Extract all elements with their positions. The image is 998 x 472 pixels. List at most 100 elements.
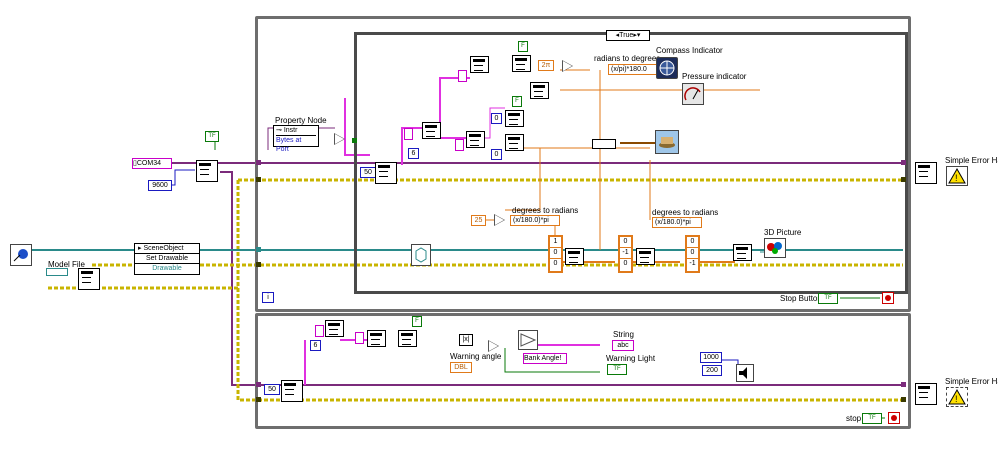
index-6[interactable]: 6 <box>408 148 419 159</box>
scene-render-node[interactable] <box>411 244 431 266</box>
stop-terminal[interactable]: TF <box>862 413 882 424</box>
scene-invoke-method: Set Drawable <box>135 254 199 264</box>
tf-constant-left[interactable]: TF <box>205 131 219 142</box>
rotate-object-vi-1[interactable] <box>565 248 584 265</box>
scan-string-vi-2[interactable] <box>505 110 524 127</box>
index-0-a[interactable]: 0 <box>491 113 502 124</box>
string-constant-1[interactable] <box>458 70 467 82</box>
angle-constant[interactable]: 25 <box>471 215 486 226</box>
rad2deg-label: radians to degrees <box>594 54 661 63</box>
rad2deg-formula[interactable]: (x/pi)*180.0 <box>608 64 658 75</box>
scene-object-constant[interactable] <box>10 244 32 266</box>
const-50-upper[interactable]: 50 <box>360 167 376 178</box>
error-handler-lower[interactable]: ! <box>946 387 968 407</box>
f-constant-1[interactable]: F <box>518 41 528 52</box>
scan-string-vi-lower-2[interactable] <box>398 330 417 347</box>
scan-string-vi-3[interactable] <box>505 134 524 151</box>
error-handler-upper[interactable]: ! <box>946 166 968 186</box>
warning-angle-label: Warning angle <box>450 352 502 361</box>
error-handler-label-lower: Simple Error Handler.vi <box>945 377 998 386</box>
load-stl-vi[interactable] <box>78 268 100 290</box>
baud-constant[interactable]: 9600 <box>148 180 172 191</box>
axis-array-2-x: 0 <box>620 237 631 248</box>
match-pattern-vi-2[interactable] <box>466 131 485 148</box>
pressure-label: Pressure indicator <box>682 72 747 81</box>
rotate-object-vi-2[interactable] <box>636 248 655 265</box>
offset-constant[interactable]: 2π <box>538 60 554 71</box>
stop-button-terminal[interactable]: TF <box>818 293 838 304</box>
index-0-b[interactable]: 0 <box>491 149 502 160</box>
tunnel-visa-in-lower <box>256 382 261 387</box>
match-pattern-vi-3[interactable] <box>470 56 489 73</box>
abs-node: |x| <box>459 334 473 346</box>
freq-constant[interactable]: 1000 <box>700 352 722 363</box>
scan-string-vi-4[interactable] <box>530 82 549 99</box>
match-pattern-vi-1[interactable] <box>422 122 441 139</box>
case-selector-tunnel <box>352 138 357 143</box>
axis-array-3-x: 0 <box>687 237 698 248</box>
warning-light-label: Warning Light <box>606 354 656 363</box>
property-node[interactable]: ⊸ Instr Bytes at Port <box>273 125 319 153</box>
warning-icon: ! <box>948 167 966 184</box>
property-node-property: Bytes at Port <box>276 137 302 153</box>
visa-read-vi-lower[interactable] <box>281 380 303 402</box>
bank-angle-constant[interactable]: Bank Angle! <box>523 353 567 364</box>
gauge-icon <box>684 87 701 101</box>
axis-array-1[interactable]: 100 <box>548 235 563 273</box>
string-constant-lower-1[interactable] <box>315 325 324 337</box>
svg-text:!: ! <box>955 173 958 183</box>
3d-picture-indicator[interactable] <box>764 238 786 258</box>
scan-string-vi-1[interactable] <box>512 55 531 72</box>
string-constant-3[interactable] <box>455 139 464 151</box>
warning-light-indicator[interactable]: TF <box>607 364 627 375</box>
deg2rad-formula-2[interactable]: (x/180.0)*pi <box>652 217 702 228</box>
property-node-class: ⊸ Instr <box>276 126 316 136</box>
string-label: String <box>613 330 634 339</box>
case-selector[interactable]: ◂True▸▾ <box>606 30 650 41</box>
compare-gt-zero <box>334 133 345 145</box>
scene-indicator[interactable] <box>655 130 679 154</box>
string-constant-2[interactable] <box>404 128 413 140</box>
scene-icon <box>659 137 675 148</box>
axis-array-3[interactable]: 0 0 -1 <box>685 235 700 273</box>
model-file-control[interactable] <box>46 268 68 276</box>
axis-array-1-x: 1 <box>550 237 561 248</box>
deg2rad-formula-1[interactable]: (x/180.0)*pi <box>510 215 560 226</box>
rotate-object-vi-3[interactable] <box>733 244 752 261</box>
compass-label: Compass Indicator <box>656 46 723 55</box>
visa-read-vi[interactable] <box>375 162 397 184</box>
compass-indicator[interactable] <box>656 57 678 79</box>
scene-render-icon <box>415 247 427 263</box>
deg2rad-label-1: degrees to radians <box>512 206 579 215</box>
pressure-indicator[interactable] <box>682 83 704 105</box>
case-selector-value: True <box>619 32 634 39</box>
scene-invoke-class: ▸ SceneObject <box>135 244 199 254</box>
visa-configure-vi[interactable] <box>196 160 218 182</box>
string-constant-lower-2[interactable] <box>355 332 364 344</box>
scan-string-vi-lower-1[interactable] <box>367 330 386 347</box>
string-indicator[interactable]: abc <box>612 340 634 351</box>
compass-icon <box>659 60 675 76</box>
visa-close-vi-lower[interactable] <box>915 383 937 405</box>
stop-label: stop <box>846 414 862 423</box>
f-constant-2[interactable]: F <box>512 96 522 107</box>
scene-object-icon <box>13 249 28 262</box>
3d-picture-icon <box>767 242 782 254</box>
axis-array-2[interactable]: 0 -1 0 <box>618 235 633 273</box>
com-port-constant[interactable]: ▯COM34 <box>132 158 172 169</box>
f-constant-3[interactable]: F <box>412 316 422 327</box>
scene-invoke-node[interactable]: ▸ SceneObject Set Drawable Drawable <box>134 243 200 275</box>
match-pattern-vi-lower[interactable] <box>325 320 344 337</box>
const-50-lower[interactable]: 50 <box>264 384 280 395</box>
stop-condition-lower <box>888 412 900 424</box>
axis-array-3-y: 0 <box>687 248 698 259</box>
property-node-label: Property Node <box>275 116 327 125</box>
warning-angle-control[interactable]: DBL <box>450 362 472 373</box>
build-array-node[interactable] <box>592 139 616 149</box>
scene-invoke-param: Drawable <box>152 265 182 272</box>
visa-close-vi-upper[interactable] <box>915 162 937 184</box>
loop-index-upper: i <box>262 292 274 303</box>
beep-vi[interactable] <box>736 364 754 382</box>
duration-constant[interactable]: 200 <box>702 365 722 376</box>
const-6-lower[interactable]: 6 <box>310 340 321 351</box>
